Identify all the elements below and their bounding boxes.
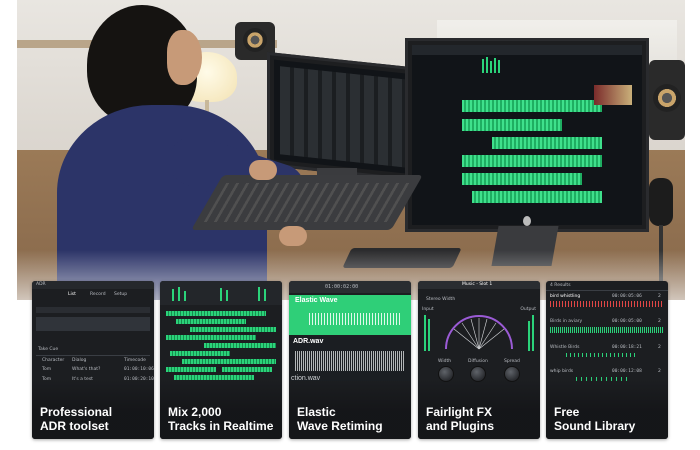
card-caption: Free Sound Library <box>554 405 636 433</box>
results-count: 4 Results <box>550 283 571 288</box>
tab-list[interactable]: List <box>68 292 76 297</box>
card-caption: Professional ADR toolset <box>40 405 113 433</box>
card-fx[interactable]: Music - Slot 1 Stereo Width Input Output… <box>418 281 540 439</box>
card-adr[interactable]: ADR List Record Setup Take Cue Character… <box>32 281 154 439</box>
card-caption: Fairlight FX and Plugins <box>426 405 495 433</box>
tab-record[interactable]: Record <box>90 292 106 297</box>
table-row[interactable]: Tom <box>42 367 51 372</box>
stereo-width-display <box>445 315 513 350</box>
left-monitor <box>267 51 421 183</box>
tab-setup[interactable]: Setup <box>114 292 127 297</box>
adr-title: ADR <box>36 282 46 287</box>
clip-elastic-wave[interactable]: Elastic Wave <box>289 295 411 335</box>
person-face <box>167 30 202 85</box>
card-elastic[interactable]: 01:00:02:00 Elastic Wave ADR.wav ction.w… <box>289 281 411 439</box>
card-caption: Elastic Wave Retiming <box>297 405 383 433</box>
right-monitor <box>405 38 649 232</box>
feature-cards: ADR List Record Setup Take Cue Character… <box>32 281 668 441</box>
card-caption: Mix 2,000 Tracks in Realtime <box>168 405 274 433</box>
plugin-name: Stereo Width <box>426 297 456 302</box>
right-speaker <box>649 60 685 140</box>
mixing-console <box>191 175 423 230</box>
apple-logo-icon <box>523 216 531 226</box>
timecode: 01:00:02:00 <box>325 284 359 290</box>
card-mix[interactable]: Mix 2,000 Tracks in Realtime <box>160 281 282 439</box>
microphone-icon <box>649 178 673 226</box>
take-cue-header: Take Cue <box>38 347 59 352</box>
plugin-window-title: Music - Slot 1 <box>462 282 493 287</box>
card-library[interactable]: 4 Results bird whistling 00:00:05:06 2 B… <box>546 281 668 439</box>
